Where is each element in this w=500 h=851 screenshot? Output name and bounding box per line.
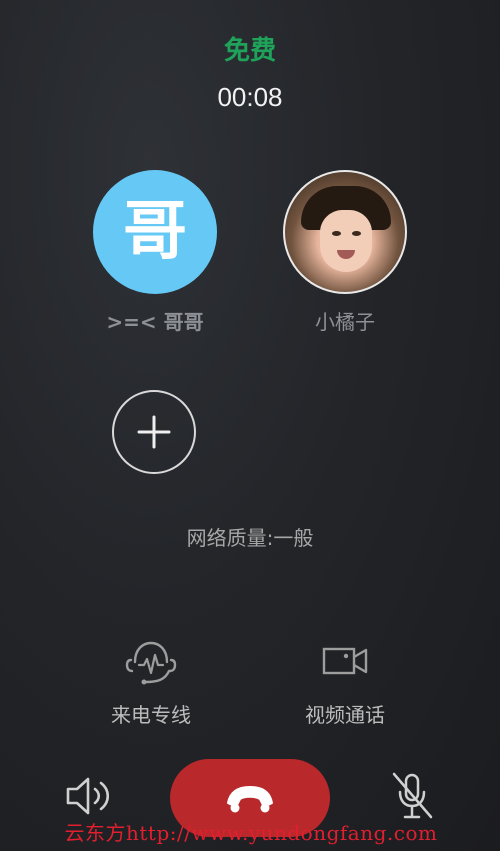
avatar-photo-face (320, 210, 372, 272)
speaker-button[interactable] (60, 770, 120, 822)
video-camera-icon (322, 647, 368, 675)
call-timer: 00:08 (217, 82, 283, 112)
speaker-icon (66, 777, 110, 815)
hotline-label: 来电专线 (111, 703, 191, 727)
participant-name-2: 小橘子 (315, 310, 375, 334)
phone-hangup-icon (227, 786, 273, 813)
network-quality-text: 网络质量:一般 (186, 526, 314, 550)
participant-name-1: >=< 哥哥 (106, 310, 204, 334)
avatar-photo-eye-left (332, 231, 341, 236)
video-call-label: 视频通话 (305, 703, 385, 727)
video-call-button[interactable]: 视频通话 (270, 635, 420, 728)
call-status: 免费 (223, 36, 276, 66)
participant-avatar-1[interactable]: 哥 (93, 170, 217, 294)
participant-avatar-2[interactable] (283, 170, 407, 294)
hotline-button[interactable]: 来电专线 (76, 635, 226, 728)
add-icon (137, 415, 171, 449)
add-participant-button[interactable] (112, 390, 196, 474)
avatar-photo-eye-right (352, 231, 361, 236)
hotline-icon (125, 641, 177, 685)
watermark-text: 云东方http://www.yundongfang.com (64, 821, 438, 845)
